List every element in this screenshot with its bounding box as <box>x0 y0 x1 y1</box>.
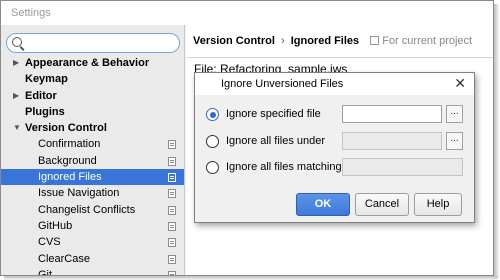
tree-item-editor[interactable]: ▶ Editor <box>1 88 184 104</box>
project-scope-icon <box>168 140 176 150</box>
tree-item-label: Keymap <box>25 73 68 86</box>
radio-ignore-all-files-under[interactable] <box>206 135 219 148</box>
divider <box>186 57 493 58</box>
tree-item-label: CVS <box>38 236 61 249</box>
browse-button[interactable]: ... <box>446 132 463 150</box>
ok-button[interactable]: OK <box>296 193 350 216</box>
directory-input[interactable] <box>342 132 442 150</box>
tree-item-plugins[interactable]: Plugins <box>1 104 184 120</box>
breadcrumb: Version Control › Ignored Files For curr… <box>193 35 472 47</box>
search-input[interactable] <box>6 33 180 53</box>
tree-item-label: Git <box>38 268 53 276</box>
option-label: Ignore specified file <box>226 108 321 120</box>
tree-item-label: Appearance & Behavior <box>25 57 150 69</box>
option-label: Ignore all files under <box>226 135 326 147</box>
tree-item-background[interactable]: Background <box>1 153 184 169</box>
project-scope-icon <box>168 221 176 231</box>
project-scope-icon <box>370 36 380 45</box>
collapse-arrow-icon[interactable]: ▼ <box>13 120 21 136</box>
radio-ignore-all-files-matching[interactable] <box>206 161 219 174</box>
project-scope-icon <box>168 254 176 264</box>
tree-item-keymap[interactable]: Keymap <box>1 71 184 87</box>
tree-item-label: Editor <box>25 89 57 102</box>
help-button[interactable]: Help <box>414 193 462 216</box>
dialog-title: Ignore Unversioned Files <box>221 78 344 90</box>
breadcrumb-separator: › <box>280 35 285 47</box>
tree-item-cvs[interactable]: CVS <box>1 234 184 250</box>
project-scope-icon <box>168 173 176 183</box>
project-scope-icon <box>168 189 176 199</box>
tree-item-label: Ignored Files <box>38 171 102 184</box>
tree-item-label: GitHub <box>38 219 73 232</box>
tree-item-appearance-behavior[interactable]: ▶ Appearance & Behavior <box>1 55 184 71</box>
tree-item-label: Confirmation <box>38 138 101 151</box>
radio-ignore-specified-file[interactable] <box>206 108 219 121</box>
tree-item-confirmation[interactable]: Confirmation <box>1 136 184 152</box>
close-icon[interactable]: ✕ <box>454 75 466 92</box>
window-shadow-right <box>494 4 499 278</box>
ignore-unversioned-files-dialog: Ignore Unversioned Files ✕ Ignore specif… <box>194 72 475 223</box>
project-scope-icon <box>168 156 176 166</box>
tree-item-label: Issue Navigation <box>38 187 120 200</box>
tree-item-label: Changelist Conflicts <box>38 203 136 216</box>
expand-arrow-icon[interactable]: ▶ <box>13 88 19 104</box>
window-shadow-bottom <box>4 276 498 280</box>
project-scope-icon <box>168 238 176 248</box>
tree-item-git[interactable]: Git <box>1 267 184 276</box>
breadcrumb-current: Ignored Files <box>290 35 360 47</box>
settings-tree: ▶ Appearance & Behavior Keymap ▶ Editor … <box>1 55 184 276</box>
tree-item-ignored-files[interactable]: Ignored Files <box>1 169 184 186</box>
settings-sidebar: ▶ Appearance & Behavior Keymap ▶ Editor … <box>1 25 185 276</box>
tree-item-label: ClearCase <box>38 252 90 265</box>
tree-item-version-control[interactable]: ▼ Version Control <box>1 120 184 136</box>
cancel-button[interactable]: Cancel <box>355 193 409 216</box>
tree-item-label: Version Control <box>25 122 107 135</box>
scope-note: For current project <box>370 35 472 47</box>
specified-file-input[interactable] <box>342 105 442 123</box>
option-label: Ignore all files matching <box>226 161 342 173</box>
tree-item-issue-navigation[interactable]: Issue Navigation <box>1 185 184 201</box>
dialog-titlebar: Ignore Unversioned Files ✕ <box>195 73 474 95</box>
browse-button[interactable]: ... <box>446 105 463 123</box>
expand-arrow-icon[interactable]: ▶ <box>13 55 19 71</box>
tree-item-label: Plugins <box>25 105 65 118</box>
window-titlebar: Settings <box>1 1 493 25</box>
tree-item-github[interactable]: GitHub <box>1 218 184 234</box>
search-icon <box>12 37 22 47</box>
pattern-input[interactable] <box>342 158 463 176</box>
tree-item-changelist-conflicts[interactable]: Changelist Conflicts <box>1 202 184 218</box>
breadcrumb-parent: Version Control <box>193 35 275 47</box>
window-title: Settings <box>11 7 51 19</box>
tree-item-label: Background <box>38 154 97 167</box>
tree-item-clearcase[interactable]: ClearCase <box>1 251 184 267</box>
scope-label: For current project <box>382 35 473 47</box>
project-scope-icon <box>168 205 176 215</box>
